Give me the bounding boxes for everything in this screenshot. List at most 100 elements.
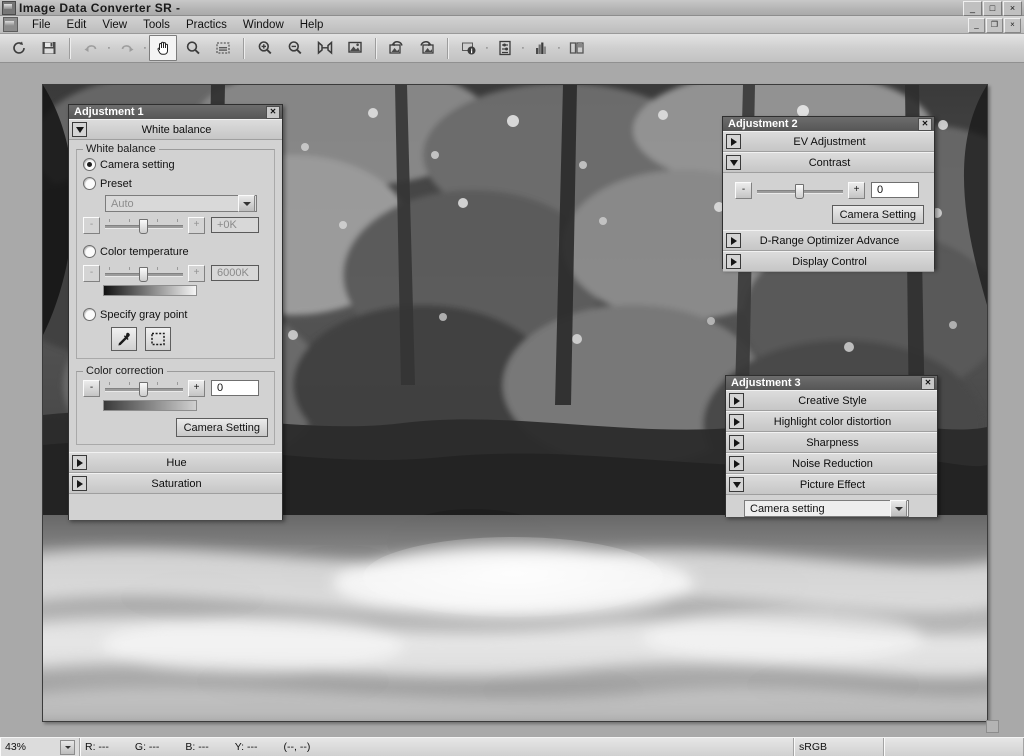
document-resize-grip[interactable] [986, 720, 999, 733]
compare-view-button[interactable] [563, 35, 591, 61]
picture-effect-combo[interactable]: Camera setting [744, 500, 909, 517]
section-hue[interactable]: Hue [69, 452, 282, 473]
crop-select-button[interactable] [209, 35, 237, 61]
contrast-decrement-button[interactable]: - [735, 181, 752, 199]
adjustment-1-title-bar[interactable]: Adjustment 1 ✕ [69, 105, 282, 119]
adjustment-2-close-button[interactable]: ✕ [918, 118, 932, 131]
section-noise-reduction[interactable]: Noise Reduction [726, 453, 937, 474]
radio-color-temperature[interactable]: Color temperature [83, 243, 268, 260]
mdi-close-button[interactable]: × [1004, 18, 1021, 33]
contrast-slider-track[interactable] [757, 183, 843, 199]
chevron-right-icon[interactable] [726, 233, 741, 248]
maximize-button[interactable]: □ [983, 1, 1002, 16]
color-correction-slider-thumb[interactable] [139, 381, 149, 397]
radio-specify-gray-point-icon[interactable] [83, 308, 96, 321]
document-icon[interactable] [3, 17, 18, 32]
section-saturation[interactable]: Saturation [69, 473, 282, 494]
rotate-left-button[interactable] [383, 35, 411, 61]
mdi-minimize-button[interactable]: _ [968, 18, 985, 33]
radio-preset[interactable]: Preset [83, 175, 268, 192]
temperature-increment-button[interactable]: + [188, 264, 205, 282]
contrast-value-field[interactable]: 0 [871, 182, 919, 198]
chevron-right-icon[interactable] [72, 455, 87, 470]
magnifier-button[interactable] [179, 35, 207, 61]
section-highlight-color-distortion[interactable]: Highlight color distortion [726, 411, 937, 432]
section-display-control[interactable]: Display Control [723, 251, 934, 272]
adjust-levels-button[interactable] [491, 35, 519, 61]
color-correction-value-field[interactable]: 0 [211, 380, 259, 396]
zoom-out-button[interactable] [281, 35, 309, 61]
radio-color-temperature-icon[interactable] [83, 245, 96, 258]
contrast-slider-thumb[interactable] [795, 183, 805, 199]
zoom-level-combo[interactable]: 43% [0, 738, 80, 756]
refresh-button[interactable] [5, 35, 33, 61]
color-correction-decrement-button[interactable]: - [83, 379, 100, 397]
marquee-select-button[interactable] [145, 327, 171, 351]
temperature-slider-thumb[interactable] [139, 266, 149, 282]
rotate-right-button[interactable] [413, 35, 441, 61]
menu-file[interactable]: File [24, 18, 59, 32]
redo-button[interactable] [113, 35, 141, 61]
section-contrast[interactable]: Contrast [723, 152, 934, 173]
section-sharpness[interactable]: Sharpness [726, 432, 937, 453]
contrast-increment-button[interactable]: + [848, 181, 865, 199]
radio-preset-icon[interactable] [83, 177, 96, 190]
histogram-dropdown[interactable]: · [556, 36, 562, 60]
chevron-right-icon[interactable] [726, 134, 741, 149]
chevron-right-icon[interactable] [729, 393, 744, 408]
chevron-down-icon[interactable] [890, 500, 907, 517]
menu-practics[interactable]: Practics [178, 18, 235, 32]
eyedropper-button[interactable] [111, 327, 137, 351]
close-button[interactable]: × [1003, 1, 1022, 16]
color-correction-increment-button[interactable]: + [188, 379, 205, 397]
minimize-button[interactable]: _ [963, 1, 982, 16]
save-button[interactable] [35, 35, 63, 61]
menu-tools[interactable]: Tools [135, 18, 178, 32]
chevron-right-icon[interactable] [729, 435, 744, 450]
chevron-down-icon[interactable] [72, 122, 87, 137]
section-ev-adjustment[interactable]: EV Adjustment [723, 131, 934, 152]
section-creative-style[interactable]: Creative Style [726, 390, 937, 411]
image-info-button[interactable] [455, 35, 483, 61]
chevron-down-icon[interactable] [729, 477, 744, 492]
adjust-levels-dropdown[interactable]: · [520, 36, 526, 60]
chevron-right-icon[interactable] [729, 456, 744, 471]
fit-to-window-button[interactable] [311, 35, 339, 61]
hand-tool-button[interactable] [149, 35, 177, 61]
preset-slider-track[interactable] [105, 218, 183, 234]
section-picture-effect[interactable]: Picture Effect [726, 474, 937, 495]
adjustment-1-close-button[interactable]: ✕ [266, 106, 280, 119]
color-correction-slider-track[interactable] [105, 381, 183, 397]
preset-combo[interactable]: Auto [105, 195, 257, 212]
histogram-button[interactable] [527, 35, 555, 61]
chevron-down-icon[interactable] [60, 739, 75, 755]
adjustment-2-title-bar[interactable]: Adjustment 2 ✕ [723, 117, 934, 131]
temperature-decrement-button[interactable]: - [83, 264, 100, 282]
menu-help[interactable]: Help [292, 18, 332, 32]
section-white-balance[interactable]: White balance [69, 119, 282, 140]
temperature-slider-track[interactable] [105, 266, 183, 282]
radio-camera-setting[interactable]: Camera setting [83, 156, 268, 173]
undo-button[interactable] [77, 35, 105, 61]
chevron-right-icon[interactable] [72, 476, 87, 491]
radio-camera-setting-icon[interactable] [83, 158, 96, 171]
preset-increment-button[interactable]: + [188, 216, 205, 234]
zoom-in-button[interactable] [251, 35, 279, 61]
preset-kelvin-field[interactable]: +0K [211, 217, 259, 233]
undo-dropdown[interactable]: · [106, 36, 112, 60]
actual-pixels-button[interactable] [341, 35, 369, 61]
wb-camera-setting-button[interactable]: Camera Setting [175, 418, 268, 437]
chevron-down-icon[interactable] [726, 155, 741, 170]
preset-decrement-button[interactable]: - [83, 216, 100, 234]
image-info-dropdown[interactable]: · [484, 36, 490, 60]
temperature-value-field[interactable]: 6000K [211, 265, 259, 281]
menu-window[interactable]: Window [235, 18, 292, 32]
mdi-restore-button[interactable]: ❐ [986, 18, 1003, 33]
menu-view[interactable]: View [94, 18, 135, 32]
adjustment-3-close-button[interactable]: ✕ [921, 377, 935, 390]
chevron-right-icon[interactable] [726, 254, 741, 269]
redo-dropdown[interactable]: · [142, 36, 148, 60]
menu-edit[interactable]: Edit [59, 18, 95, 32]
contrast-camera-setting-button[interactable]: Camera Setting [831, 205, 924, 224]
chevron-right-icon[interactable] [729, 414, 744, 429]
